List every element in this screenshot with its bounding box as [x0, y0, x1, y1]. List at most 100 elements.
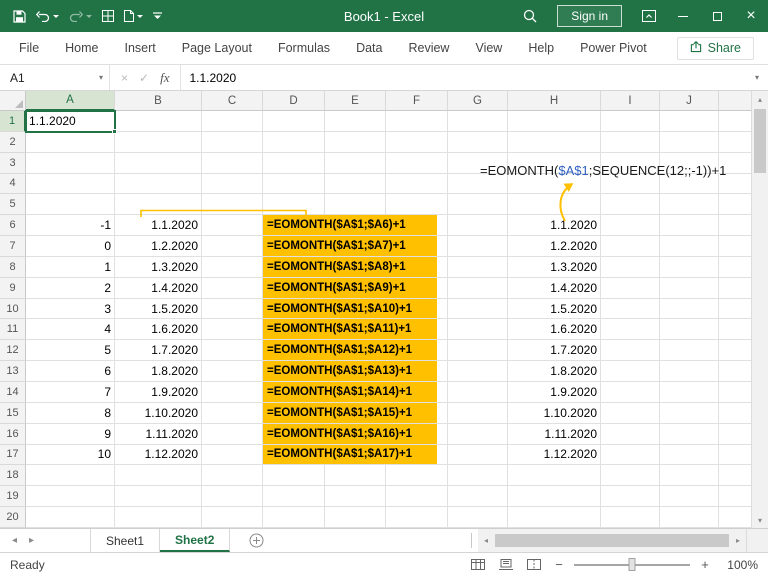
- cell-B8[interactable]: 1.3.2020: [115, 256, 202, 278]
- cell-A17[interactable]: 10: [26, 444, 115, 466]
- cell-J7[interactable]: [660, 236, 719, 257]
- cell-D2[interactable]: [263, 131, 325, 153]
- cell-G18[interactable]: [448, 465, 508, 487]
- scroll-right-icon[interactable]: ▸: [730, 536, 746, 545]
- cell-G10[interactable]: [448, 298, 508, 320]
- highlighted-formula-cell[interactable]: =EOMONTH($A$1;$A7)+1: [263, 236, 437, 256]
- cell-I18[interactable]: [601, 465, 660, 487]
- cell-H10[interactable]: 1.5.2020: [508, 298, 601, 320]
- row-header-18[interactable]: 18: [0, 465, 26, 487]
- cell-B19[interactable]: [115, 486, 202, 508]
- cell-B16[interactable]: 1.11.2020: [115, 423, 202, 445]
- column-header-D[interactable]: D: [263, 91, 325, 111]
- highlighted-formula-cell[interactable]: =EOMONTH($A$1;$A6)+1: [263, 215, 437, 236]
- cell-G15[interactable]: [448, 402, 508, 424]
- cell-J14[interactable]: [660, 381, 719, 403]
- insert-function-icon[interactable]: fx: [160, 70, 169, 86]
- cell-E19[interactable]: [325, 486, 386, 508]
- formula-bar-input[interactable]: 1.1.2020: [181, 65, 746, 90]
- column-header-partial[interactable]: [719, 91, 751, 111]
- cell-J15[interactable]: [660, 402, 719, 424]
- cell-G17[interactable]: [448, 444, 508, 466]
- highlighted-formula-cell[interactable]: =EOMONTH($A$1;$A14)+1: [263, 381, 437, 402]
- cell-J1[interactable]: [660, 111, 719, 132]
- cell-J2[interactable]: [660, 131, 719, 153]
- cell-H14[interactable]: 1.9.2020: [508, 381, 601, 403]
- cell-D1[interactable]: [263, 111, 325, 132]
- ribbon-tab-data[interactable]: Data: [343, 32, 395, 64]
- highlighted-formula-cell[interactable]: =EOMONTH($A$1;$A11)+1: [263, 319, 437, 340]
- cell-J20[interactable]: [660, 507, 719, 528]
- ribbon-tab-page-layout[interactable]: Page Layout: [169, 32, 265, 64]
- cell-A8[interactable]: 1: [26, 256, 115, 278]
- ribbon-tab-power-pivot[interactable]: Power Pivot: [567, 32, 660, 64]
- highlighted-formula-cell[interactable]: =EOMONTH($A$1;$A8)+1: [263, 256, 437, 277]
- cell-C5[interactable]: [202, 194, 263, 216]
- row-header-2[interactable]: 2: [0, 131, 26, 153]
- cell-C9[interactable]: [202, 277, 263, 299]
- document-icon[interactable]: [119, 0, 148, 32]
- cell-A12[interactable]: 5: [26, 340, 115, 362]
- cell-C19[interactable]: [202, 486, 263, 508]
- row-header-20[interactable]: 20: [0, 507, 26, 528]
- cell-K15[interactable]: [719, 403, 751, 424]
- cell-F5[interactable]: [386, 194, 448, 216]
- column-header-J[interactable]: J: [660, 91, 719, 111]
- column-header-G[interactable]: G: [448, 91, 508, 111]
- sheet-nav-left-icon[interactable]: ◂: [6, 529, 23, 552]
- cell-H8[interactable]: 1.3.2020: [508, 256, 601, 278]
- vertical-scrollbar[interactable]: ▴ ▾: [751, 91, 768, 528]
- cell-B9[interactable]: 1.4.2020: [115, 277, 202, 299]
- cell-F1[interactable]: [386, 111, 448, 132]
- highlighted-formula-cell[interactable]: =EOMONTH($A$1;$A13)+1: [263, 361, 437, 381]
- cell-I12[interactable]: [601, 340, 660, 362]
- cell-D11[interactable]: =EOMONTH($A$1;$A11)+1: [263, 319, 437, 341]
- cell-I5[interactable]: [601, 194, 660, 216]
- cell-D10[interactable]: =EOMONTH($A$1;$A10)+1: [263, 298, 437, 320]
- highlighted-formula-cell[interactable]: =EOMONTH($A$1;$A15)+1: [263, 402, 437, 423]
- cell-A16[interactable]: 9: [26, 423, 115, 445]
- cell-D6[interactable]: =EOMONTH($A$1;$A6)+1: [263, 215, 437, 237]
- scroll-down-icon[interactable]: ▾: [752, 512, 768, 528]
- sheet-tab-sheet1[interactable]: Sheet1: [90, 529, 161, 552]
- row-header-10[interactable]: 10: [0, 298, 26, 320]
- cell-B6[interactable]: 1.1.2020: [115, 215, 202, 237]
- ribbon-tab-file[interactable]: File: [6, 32, 52, 64]
- cell-B3[interactable]: [115, 152, 202, 174]
- column-header-C[interactable]: C: [202, 91, 263, 111]
- scroll-left-icon[interactable]: ◂: [478, 536, 494, 545]
- cell-J16[interactable]: [660, 423, 719, 445]
- cell-G2[interactable]: [448, 131, 508, 153]
- cell-H1[interactable]: [508, 111, 601, 132]
- cell-I2[interactable]: [601, 131, 660, 153]
- cell-B15[interactable]: 1.10.2020: [115, 402, 202, 424]
- cell-B1[interactable]: [115, 111, 202, 132]
- enter-icon[interactable]: ✓: [139, 71, 149, 85]
- row-header-6[interactable]: 6: [0, 215, 26, 237]
- ribbon-tab-insert[interactable]: Insert: [112, 32, 169, 64]
- row-header-9[interactable]: 9: [0, 277, 26, 299]
- cell-E1[interactable]: [325, 111, 386, 132]
- cell-J11[interactable]: [660, 319, 719, 341]
- cell-I17[interactable]: [601, 444, 660, 466]
- cell-G9[interactable]: [448, 277, 508, 299]
- cell-J8[interactable]: [660, 256, 719, 278]
- redo-button[interactable]: [64, 0, 97, 32]
- cell-C17[interactable]: [202, 444, 263, 466]
- cell-A4[interactable]: [26, 173, 115, 195]
- zoom-slider-thumb[interactable]: [628, 558, 636, 571]
- row-header-5[interactable]: 5: [0, 194, 26, 216]
- cell-B4[interactable]: [115, 173, 202, 195]
- highlighted-formula-cell[interactable]: =EOMONTH($A$1;$A12)+1: [263, 340, 437, 361]
- cell-A3[interactable]: [26, 152, 115, 174]
- cell-J17[interactable]: [660, 444, 719, 466]
- cell-G1[interactable]: [448, 111, 508, 132]
- cell-K19[interactable]: [719, 486, 751, 508]
- undo-button[interactable]: [31, 0, 64, 32]
- cell-F4[interactable]: [386, 173, 448, 195]
- row-header-7[interactable]: 7: [0, 236, 26, 257]
- undo-dropdown-icon[interactable]: [53, 14, 59, 18]
- horizontal-scrollbar-thumb[interactable]: [495, 534, 729, 547]
- cell-H15[interactable]: 1.10.2020: [508, 402, 601, 424]
- cell-A10[interactable]: 3: [26, 298, 115, 320]
